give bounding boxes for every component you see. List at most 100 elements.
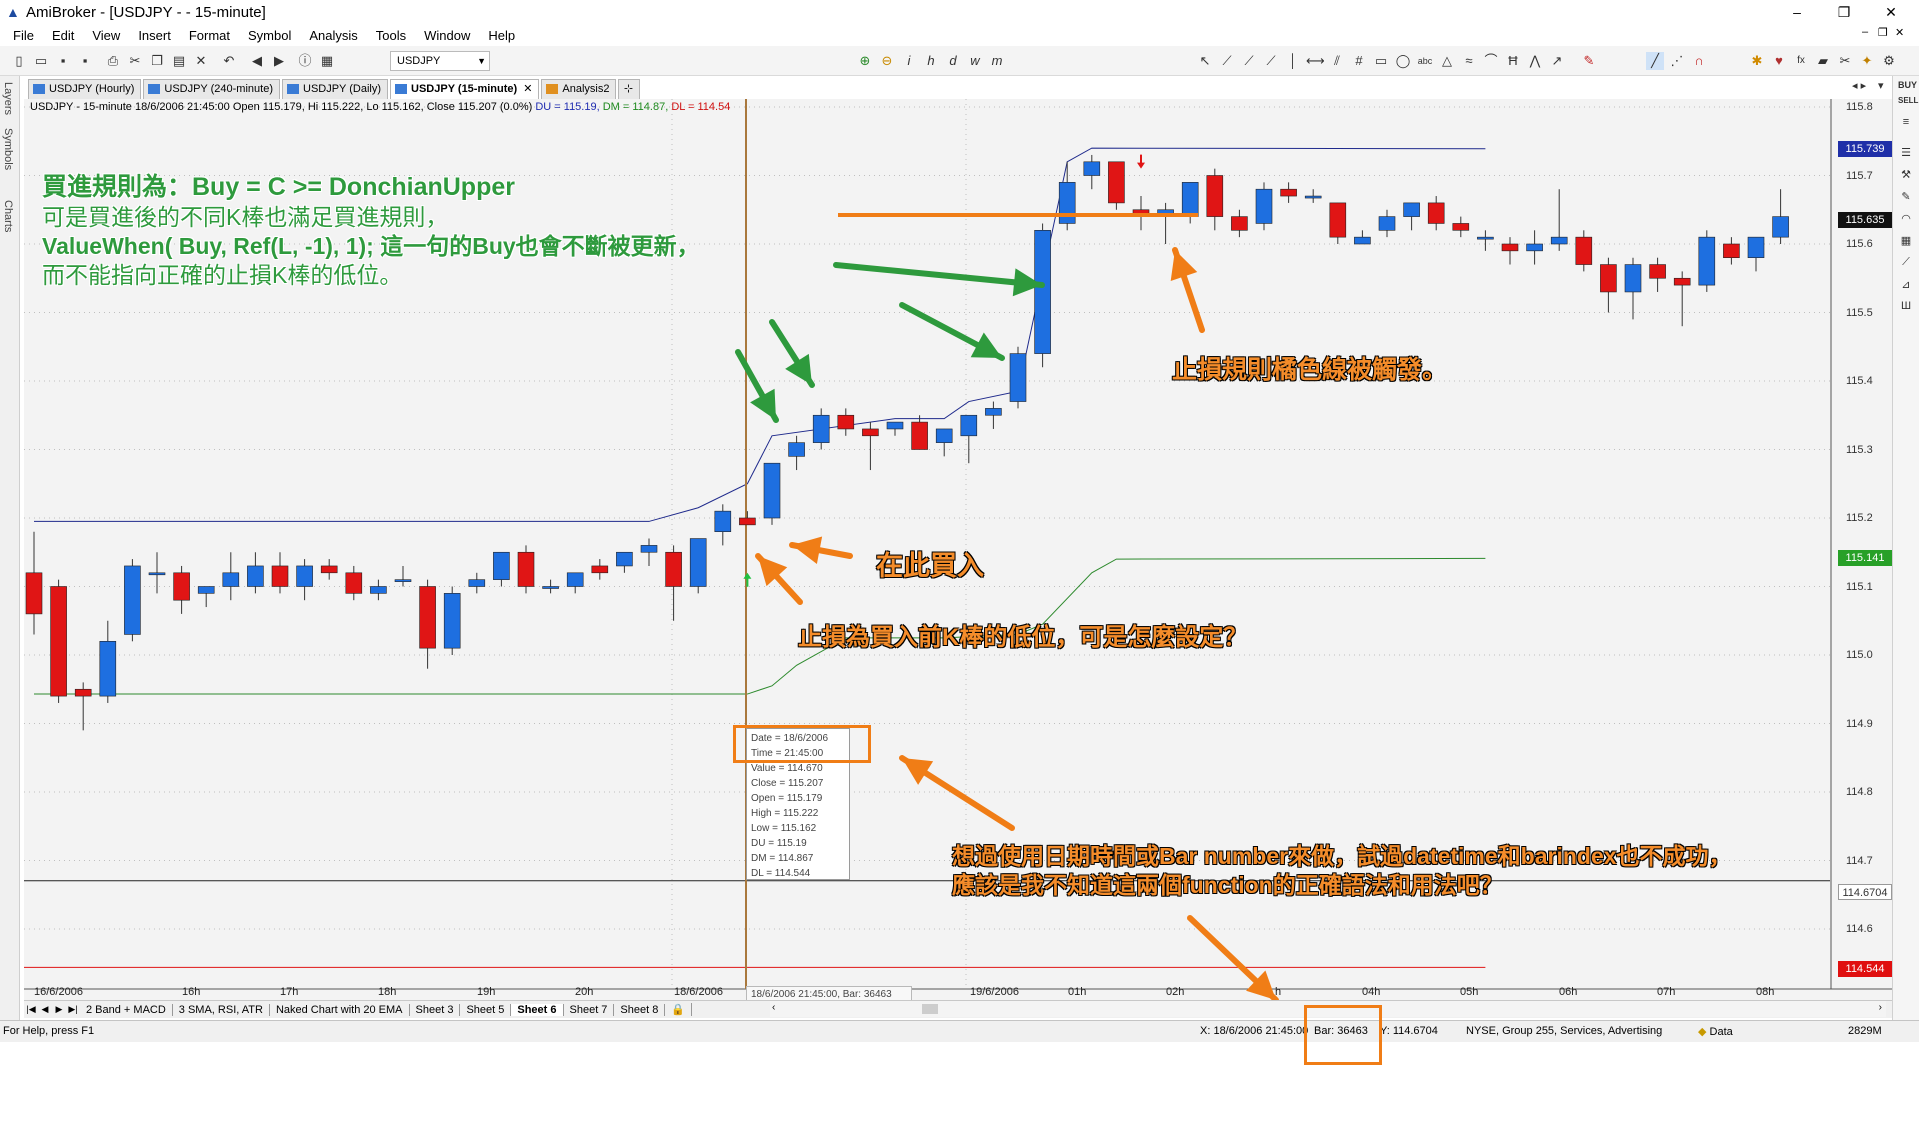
arc-icon[interactable]: ⌒: [1482, 52, 1500, 70]
sheet-tab[interactable]: 2 Band + MACD: [80, 1003, 173, 1016]
new-icon[interactable]: ▯: [10, 52, 28, 70]
fibonacci-icon[interactable]: #: [1350, 52, 1368, 70]
scroll-left-icon[interactable]: ‹: [772, 1002, 775, 1013]
layers-icon[interactable]: ☰: [1898, 146, 1914, 159]
tab-usdjpy-240min[interactable]: USDJPY (240-minute): [143, 79, 280, 99]
sheet-next-icon[interactable]: ▶: [52, 1004, 66, 1015]
calendar-icon[interactable]: ▦: [318, 52, 336, 70]
interval-w-icon[interactable]: w: [966, 52, 984, 70]
scrollbar-thumb[interactable]: [922, 1004, 938, 1014]
ray-icon[interactable]: ⟋: [1240, 52, 1258, 70]
sheet-tab[interactable]: Sheet 5: [460, 1003, 512, 1016]
menu-analysis[interactable]: Analysis: [300, 28, 366, 43]
interval-m-icon[interactable]: m: [988, 52, 1006, 70]
sheet-tab[interactable]: Sheet 3: [410, 1003, 461, 1016]
mdi-close-button[interactable]: ✕: [1895, 26, 1904, 39]
copy-icon[interactable]: ❐: [148, 52, 166, 70]
scissors-icon[interactable]: ✂: [1836, 52, 1854, 70]
zigzag-icon[interactable]: ⋀: [1526, 52, 1544, 70]
chart-tool-icon[interactable]: ▰: [1814, 52, 1832, 70]
menu-tools[interactable]: Tools: [367, 28, 415, 43]
lock-icon[interactable]: 🔒: [665, 1003, 693, 1016]
pencil-icon[interactable]: ✎: [1898, 190, 1914, 203]
menu-window[interactable]: Window: [415, 28, 479, 43]
sheet-first-icon[interactable]: |◀: [24, 1004, 38, 1015]
paste-icon[interactable]: ▤: [170, 52, 188, 70]
tab-analysis2[interactable]: Analysis2: [541, 79, 617, 99]
save-icon[interactable]: ▪: [54, 52, 72, 70]
wave-icon[interactable]: ≈: [1460, 52, 1478, 70]
rectangle-icon[interactable]: ▭: [1372, 52, 1390, 70]
cut-icon[interactable]: ✂: [126, 52, 144, 70]
magnet-icon[interactable]: ∩: [1690, 52, 1708, 70]
new-tab-button[interactable]: ⊹: [618, 79, 641, 99]
menu-format[interactable]: Format: [180, 28, 239, 43]
sheet-tab[interactable]: Naked Chart with 20 EMA: [270, 1003, 410, 1016]
pen-dotted-icon[interactable]: ⋰: [1668, 52, 1686, 70]
tools-icon[interactable]: ⚒: [1898, 168, 1914, 181]
text-tool-icon[interactable]: abc: [1416, 52, 1434, 70]
trendline-icon[interactable]: ⟋: [1218, 52, 1236, 70]
print-icon[interactable]: ⎙: [104, 52, 122, 70]
maximize-button[interactable]: ❐: [1822, 0, 1866, 24]
minimize-button[interactable]: –: [1775, 0, 1819, 24]
sheet-tab[interactable]: Sheet 7: [564, 1003, 615, 1016]
bars-icon[interactable]: Ш: [1898, 300, 1914, 312]
wand-icon[interactable]: ✦: [1858, 52, 1876, 70]
close-tab-icon[interactable]: ✕: [523, 83, 532, 95]
sheet-tab[interactable]: 3 SMA, RSI, ATR: [173, 1003, 270, 1016]
menu-edit[interactable]: Edit: [43, 28, 83, 43]
save-all-icon[interactable]: ▪: [76, 52, 94, 70]
menu-view[interactable]: View: [83, 28, 129, 43]
select-arrow-icon[interactable]: ↖: [1196, 52, 1214, 70]
tab-usdjpy-15min[interactable]: USDJPY (15-minute) ✕: [390, 79, 540, 99]
mdi-restore-button[interactable]: ❐: [1878, 26, 1888, 39]
scroll-right-icon[interactable]: ›: [1879, 1002, 1882, 1013]
color-pen-icon[interactable]: ✎: [1580, 52, 1598, 70]
menu-insert[interactable]: Insert: [129, 28, 180, 43]
tab-scroll-left-icon[interactable]: ◂ ▸: [1852, 79, 1866, 92]
options-icon[interactable]: ⚙: [1880, 52, 1898, 70]
close-button[interactable]: ✕: [1869, 0, 1913, 24]
gann-icon[interactable]: Ħ: [1504, 52, 1522, 70]
tab-usdjpy-hourly[interactable]: USDJPY (Hourly): [28, 79, 142, 99]
menu-help[interactable]: Help: [479, 28, 524, 43]
channel-icon[interactable]: ⫽: [1328, 52, 1346, 70]
sheet-tab[interactable]: Sheet 8: [614, 1003, 666, 1016]
measure-icon[interactable]: ⊿: [1898, 278, 1914, 291]
open-folder-icon[interactable]: ▭: [32, 52, 50, 70]
sheet-prev-icon[interactable]: ◀: [38, 1004, 52, 1015]
back-icon[interactable]: ◀: [248, 52, 266, 70]
dock-tab-symbols[interactable]: Symbols: [2, 128, 14, 170]
mdi-minimize-button[interactable]: –: [1862, 26, 1868, 38]
sell-icon[interactable]: SELL: [1898, 96, 1918, 105]
arrow-tool-icon[interactable]: ↗: [1548, 52, 1566, 70]
list-icon[interactable]: ≡: [1898, 116, 1914, 128]
zoom-out-icon[interactable]: ⊖: [878, 52, 896, 70]
symbol-select[interactable]: USDJPY ▼: [390, 51, 490, 71]
tab-usdjpy-daily[interactable]: USDJPY (Daily): [282, 79, 389, 99]
info-icon[interactable]: ⓘ: [296, 52, 314, 70]
draw-icon[interactable]: ⟋: [1898, 256, 1914, 269]
dock-tab-layers[interactable]: Layers: [2, 82, 14, 115]
sheet-last-icon[interactable]: ▶|: [66, 1004, 80, 1015]
formula-icon[interactable]: fx: [1792, 52, 1810, 70]
triangle-icon[interactable]: △: [1438, 52, 1456, 70]
menu-file[interactable]: File: [4, 28, 43, 43]
grid-icon[interactable]: ▦: [1898, 234, 1914, 247]
extended-line-icon[interactable]: ⟋: [1262, 52, 1280, 70]
forward-icon[interactable]: ▶: [270, 52, 288, 70]
menu-symbol[interactable]: Symbol: [239, 28, 300, 43]
delete-icon[interactable]: ✕: [192, 52, 210, 70]
bull-icon[interactable]: ✱: [1748, 52, 1766, 70]
heart-icon[interactable]: ♥: [1770, 52, 1788, 70]
data-source[interactable]: ◆ Data: [1698, 1025, 1733, 1038]
sheet-tab-active[interactable]: Sheet 6: [511, 1003, 564, 1016]
buy-icon[interactable]: BUY: [1898, 80, 1917, 90]
horizontal-line-icon[interactable]: ⟷: [1306, 52, 1325, 70]
undo-icon[interactable]: ↶: [220, 52, 238, 70]
ellipse-icon[interactable]: ◯: [1394, 52, 1412, 70]
dock-tab-charts[interactable]: Charts: [2, 200, 14, 232]
interval-h-icon[interactable]: h: [922, 52, 940, 70]
pen-solid-icon[interactable]: ╱: [1646, 52, 1664, 70]
